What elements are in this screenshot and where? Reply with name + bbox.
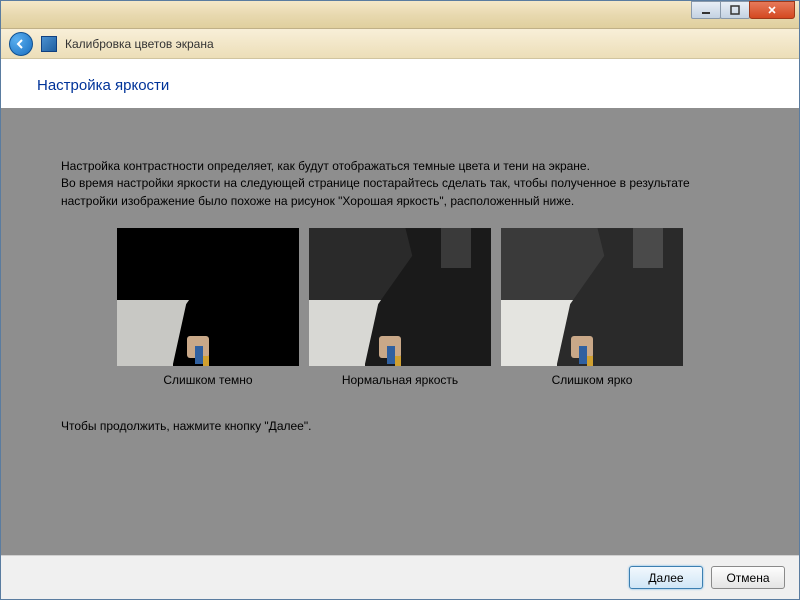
- example-image-dark: X: [117, 228, 299, 366]
- cancel-button[interactable]: Отмена: [711, 566, 785, 589]
- continue-instruction: Чтобы продолжить, нажмите кнопку "Далее"…: [51, 418, 749, 435]
- next-button[interactable]: Далее: [629, 566, 703, 589]
- close-button[interactable]: [749, 1, 795, 19]
- window-controls: [692, 1, 795, 19]
- instruction-paragraph-2: Во время настройки яркости на следующей …: [61, 175, 739, 210]
- instruction-paragraph-1: Настройка контрастности определяет, как …: [61, 158, 739, 175]
- footer-bar: Далее Отмена: [1, 555, 799, 599]
- wizard-window: Калибровка цветов экрана Настройка яркос…: [0, 0, 800, 600]
- maximize-button[interactable]: [720, 1, 750, 19]
- example-too-dark: X Слишком темно: [117, 228, 299, 389]
- example-normal: X Нормальная яркость: [309, 228, 491, 389]
- titlebar: [1, 1, 799, 29]
- back-button[interactable]: [9, 32, 33, 56]
- instruction-text: Настройка контрастности определяет, как …: [51, 158, 749, 210]
- instruction-panel: Настройка контрастности определяет, как …: [1, 108, 799, 555]
- content-area: Настройка яркости Настройка контрастност…: [1, 59, 799, 555]
- navbar: Калибровка цветов экрана: [1, 29, 799, 59]
- window-title: Калибровка цветов экрана: [65, 37, 214, 51]
- page-heading: Настройка яркости: [1, 59, 799, 108]
- arrow-left-icon: [15, 38, 27, 50]
- example-label-normal: Нормальная яркость: [342, 372, 458, 389]
- brightness-examples: X Слишком темно X: [51, 228, 749, 389]
- example-image-bright: X: [501, 228, 683, 366]
- example-label-dark: Слишком темно: [163, 372, 252, 389]
- example-too-bright: X Слишком ярко: [501, 228, 683, 389]
- example-image-normal: X: [309, 228, 491, 366]
- example-label-bright: Слишком ярко: [552, 372, 633, 389]
- app-icon: [41, 36, 57, 52]
- minimize-button[interactable]: [691, 1, 721, 19]
